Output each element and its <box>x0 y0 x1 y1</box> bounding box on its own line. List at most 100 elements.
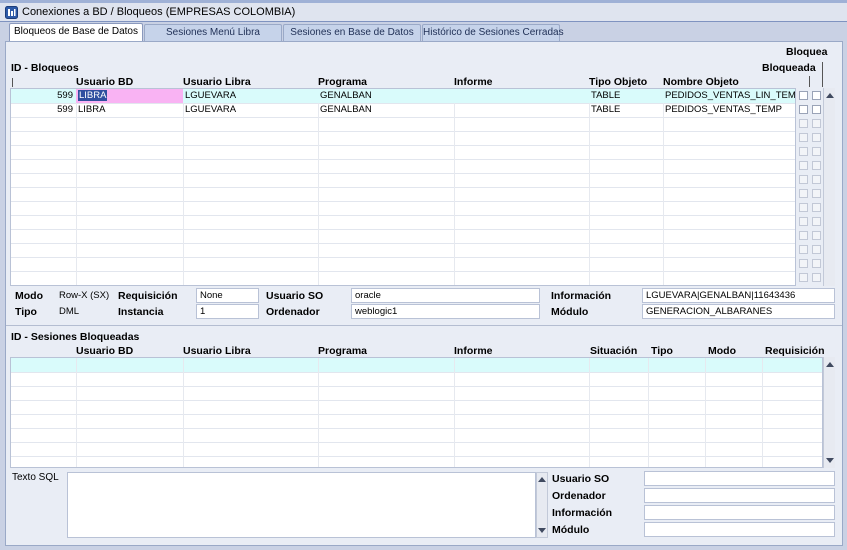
col-sesion-situacion[interactable]: Situación <box>590 345 637 357</box>
scroll-up-icon[interactable] <box>826 362 834 367</box>
modo-label: Modo <box>15 290 43 302</box>
informacion-field[interactable]: LGUEVARA|GENALBAN|11643436 <box>642 288 835 303</box>
col-programa[interactable]: Programa <box>318 76 367 88</box>
requisicion-label: Requisición <box>118 290 178 302</box>
sql-ordenador-field[interactable] <box>644 488 835 503</box>
bloqueada-checkbox[interactable] <box>812 203 821 212</box>
col-sesion-informe[interactable]: Informe <box>454 345 493 357</box>
instancia-label: Instancia <box>118 306 164 318</box>
usuario-so-field[interactable]: oracle <box>351 288 540 303</box>
bloqueos-section-title: ID - Bloqueos <box>11 62 79 74</box>
col-sesion-usuario-libra[interactable]: Usuario Libra <box>183 345 251 357</box>
tab-historico-sesiones[interactable]: Histórico de Sesiones Cerradas <box>422 24 564 41</box>
row-tipo-objeto: TABLE <box>591 90 621 101</box>
tipo-label: Tipo <box>15 306 37 318</box>
tipo-value: DML <box>59 306 80 317</box>
col-informe[interactable]: Informe <box>454 76 493 88</box>
texto-sql-field[interactable] <box>67 472 536 538</box>
table-row[interactable] <box>11 358 822 372</box>
row-informe <box>454 89 589 103</box>
col-usuario-bd[interactable]: Usuario BD <box>76 76 133 88</box>
sql-usuario-so-field[interactable] <box>644 471 835 486</box>
col-nombre-objeto[interactable]: Nombre Objeto <box>663 76 739 88</box>
tab-bloqueos-bd[interactable]: Bloqueos de Base de Datos <box>9 23 143 42</box>
sql-usuario-so-label: Usuario SO <box>552 473 610 485</box>
title-strip <box>0 0 847 3</box>
column-marker <box>809 76 810 87</box>
row-nombre-objeto: PEDIDOS_VENTAS_TEMP <box>665 104 783 115</box>
sql-scrollbar[interactable] <box>536 472 548 538</box>
bloquea-checkbox[interactable] <box>799 161 808 170</box>
bloqueada-checkbox[interactable] <box>812 259 821 268</box>
bloqueada-checkbox[interactable] <box>812 147 821 156</box>
bloquea-checkbox[interactable] <box>799 91 808 100</box>
sql-modulo-field[interactable] <box>644 522 835 537</box>
scroll-down-icon[interactable] <box>538 528 546 533</box>
sql-informacion-label: Información <box>552 507 613 519</box>
ordenador-field[interactable]: weblogic1 <box>351 304 540 319</box>
bloquea-checkbox[interactable] <box>799 105 808 114</box>
usuario-so-label: Usuario SO <box>266 290 324 302</box>
row-informe <box>454 103 589 117</box>
requisicion-field[interactable]: None <box>196 288 259 303</box>
window-title: Conexiones a BD / Bloqueos (EMPRESAS COL… <box>22 6 296 18</box>
col-sesion-modo[interactable]: Modo <box>708 345 736 357</box>
col-usuario-libra[interactable]: Usuario Libra <box>183 76 251 88</box>
bloqueada-checkbox[interactable] <box>812 189 821 198</box>
bloquea-checkbox[interactable] <box>799 189 808 198</box>
modulo-label: Módulo <box>551 306 589 318</box>
col-sesion-tipo[interactable]: Tipo <box>651 345 673 357</box>
bloqueada-checkbox[interactable] <box>812 161 821 170</box>
bloqueada-checkbox[interactable] <box>812 231 821 240</box>
scroll-up-icon[interactable] <box>538 477 546 482</box>
bloquea-checkbox[interactable] <box>799 119 808 128</box>
row-usuario-bd: LIBRA <box>78 104 106 115</box>
sesiones-scrollbar[interactable] <box>823 357 835 468</box>
sql-informacion-field[interactable] <box>644 505 835 520</box>
sesiones-grid <box>10 357 823 468</box>
bloqueada-checkbox[interactable] <box>812 273 821 282</box>
table-row[interactable]: 599 LIBRA LGUEVARA GENALBAN TABLE PEDIDO… <box>11 89 795 103</box>
table-row[interactable]: 599 LIBRA LGUEVARA GENALBAN TABLE PEDIDO… <box>11 103 795 117</box>
bloquea-checkbox[interactable] <box>799 203 808 212</box>
tab-sesiones-base-datos[interactable]: Sesiones en Base de Datos <box>283 24 421 41</box>
bloqueada-checkbox[interactable] <box>812 175 821 184</box>
ordenador-label: Ordenador <box>266 306 320 318</box>
row-usuario-libra: LGUEVARA <box>185 90 237 101</box>
sql-ordenador-label: Ordenador <box>552 490 606 502</box>
bloquea-checkbox[interactable] <box>799 245 808 254</box>
column-marker <box>12 78 13 87</box>
bloquea-checkbox[interactable] <box>799 217 808 226</box>
col-tipo-objeto[interactable]: Tipo Objeto <box>589 76 647 88</box>
bloqueos-scrollbar[interactable] <box>823 88 835 286</box>
bloqueada-checkbox[interactable] <box>812 91 821 100</box>
modo-value: Row-X (SX) <box>59 290 110 301</box>
col-sesion-programa[interactable]: Programa <box>318 345 367 357</box>
scroll-up-icon[interactable] <box>826 93 834 98</box>
bloqueada-checkbox[interactable] <box>812 245 821 254</box>
col-sesion-requisicion[interactable]: Requisición <box>765 345 825 357</box>
bloquea-checkbox[interactable] <box>799 147 808 156</box>
sesiones-section-title: ID - Sesiones Bloqueadas <box>11 331 140 343</box>
modulo-field[interactable]: GENERACION_ALBARANES <box>642 304 835 319</box>
row-usuario-bd[interactable]: LIBRA <box>76 89 183 103</box>
bloqueada-checkbox[interactable] <box>812 105 821 114</box>
section-divider <box>6 325 842 326</box>
informacion-label: Información <box>551 290 612 302</box>
selected-text: LIBRA <box>78 90 108 101</box>
bloquea-checkbox-column <box>799 90 810 286</box>
bloquea-checkbox[interactable] <box>799 273 808 282</box>
scroll-down-icon[interactable] <box>826 458 834 463</box>
instancia-field[interactable]: 1 <box>196 304 259 319</box>
bloqueada-checkbox[interactable] <box>812 133 821 142</box>
bloquea-checkbox[interactable] <box>799 259 808 268</box>
tab-sesiones-menu-libra[interactable]: Sesiones Menú Libra <box>144 24 282 41</box>
bloqueada-checkbox[interactable] <box>812 217 821 226</box>
bloquea-checkbox[interactable] <box>799 133 808 142</box>
col-sesion-usuario-bd[interactable]: Usuario BD <box>76 345 133 357</box>
texto-sql-label: Texto SQL <box>12 472 59 483</box>
row-usuario-libra: LGUEVARA <box>185 104 237 115</box>
bloquea-checkbox[interactable] <box>799 231 808 240</box>
bloqueada-checkbox[interactable] <box>812 119 821 128</box>
bloquea-checkbox[interactable] <box>799 175 808 184</box>
